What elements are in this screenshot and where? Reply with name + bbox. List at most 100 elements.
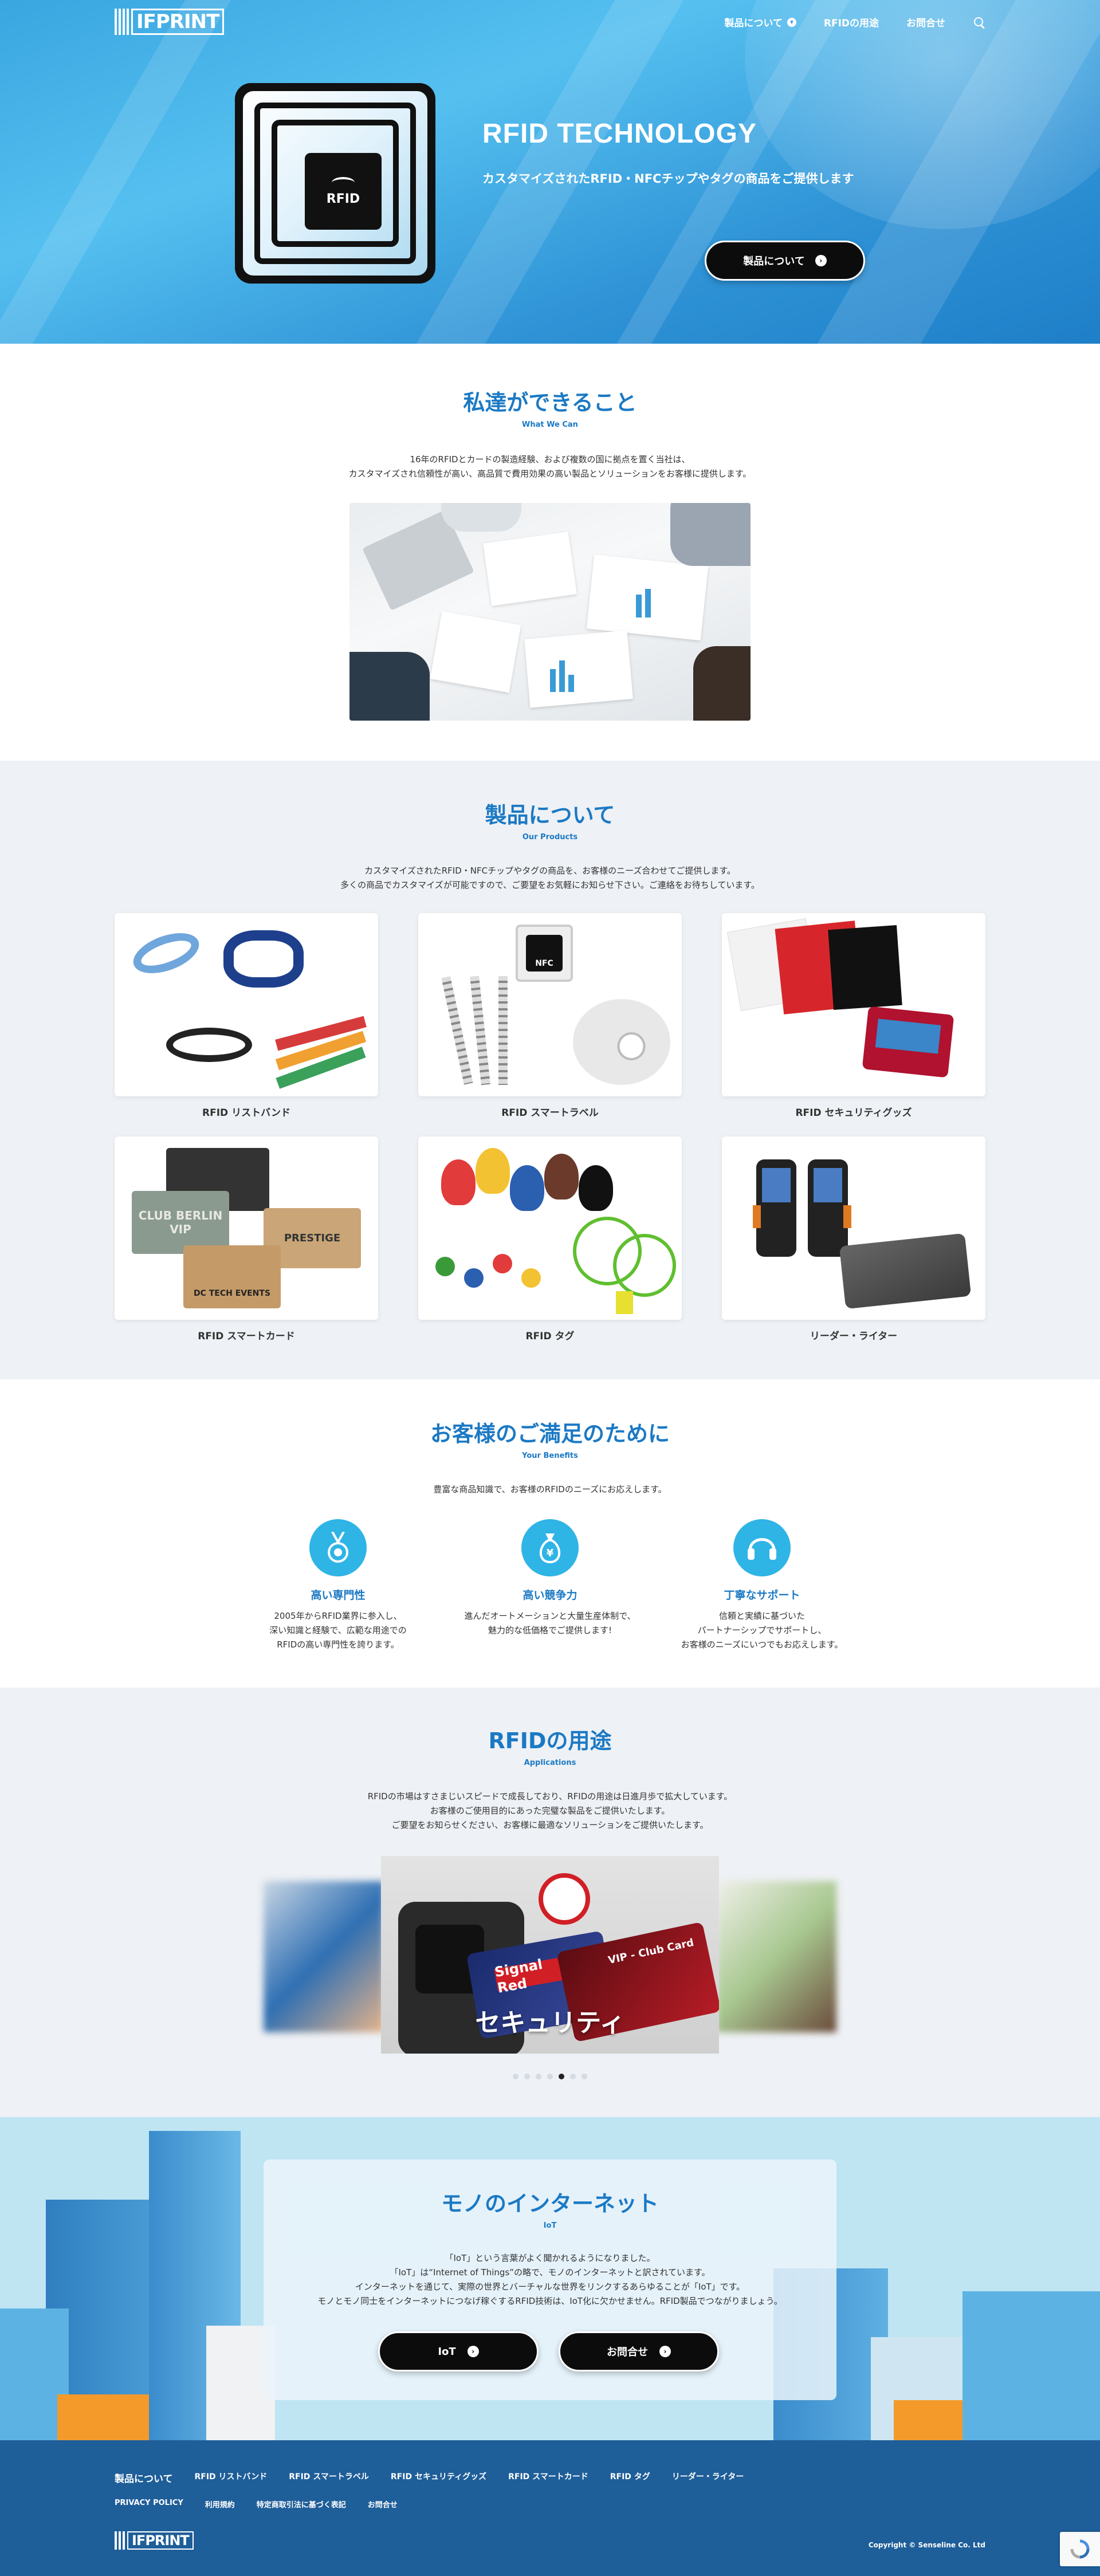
benefit-title: 丁寧なサポート (724, 1589, 800, 1602)
money-bag-icon: ¥ (521, 1519, 579, 1576)
carousel-dot[interactable] (570, 2074, 576, 2079)
logo-wordmark: IFPRINT (127, 2531, 194, 2550)
section-subtitle: What We Can (522, 420, 578, 429)
carousel-dot[interactable] (524, 2074, 530, 2079)
nfc-sticker-label: NFC (526, 935, 563, 972)
footer-link[interactable]: 製品について (115, 2471, 173, 2485)
button-label: IoT (438, 2345, 456, 2358)
benefit-support: 丁寧なサポート 信頼と実績に基づいた パートナーシップでサポートし、 お客様のニ… (659, 1519, 865, 1652)
carousel-dot[interactable] (513, 2074, 518, 2079)
chevron-down-icon: ▾ (787, 17, 796, 27)
footer-link[interactable]: 特定商取引法に基づく表記 (257, 2499, 346, 2510)
product-label[interactable]: RFID スマートカード (115, 1328, 378, 1342)
description-line: ご要望をお知らせください、お客様に最適なソリューションをご提供いたします。 (391, 1820, 709, 1830)
benefit-expertise: 高い専門性 2005年からRFID業界に参入し、 深い知識と経験で、広範な用途で… (235, 1519, 441, 1652)
chip-label: RFID (326, 191, 360, 206)
section-title: 私達ができること (463, 390, 637, 415)
slide-caption: セキュリティ (475, 2008, 625, 2038)
footer-policy-links: PRIVACY POLICY 利用規約 特定商取引法に基づく表記 お問合せ (115, 2499, 398, 2510)
hero-light-streak (0, 0, 248, 344)
nav-label: 製品について (724, 18, 783, 29)
product-label[interactable]: RFID タグ (418, 1328, 682, 1342)
product-card-wristband[interactable] (115, 913, 378, 1096)
footer-link[interactable]: 利用規約 (205, 2499, 235, 2510)
rfid-tag-illustration: RFID (235, 83, 435, 284)
logo-wordmark: IFPRINT (131, 9, 225, 35)
product-card-smart-label[interactable]: NFC (418, 913, 682, 1096)
hero-glow (745, 0, 1100, 229)
section-subtitle: IoT (543, 2221, 557, 2230)
description-line: 多くの商品でカスタマイズが可能ですので、ご要望をお気軽にお知らせ下さい。ご連絡を… (340, 880, 760, 890)
footer-link[interactable]: お問合せ (368, 2499, 398, 2510)
hero-products-button[interactable]: 製品について › (705, 241, 865, 281)
carousel-dot[interactable] (559, 2074, 564, 2079)
meeting-photo (349, 503, 751, 721)
nav-item-products[interactable]: 製品について ▾ (724, 15, 796, 29)
page: IFPRINT 製品について ▾ RFIDの用途 お問合せ RFID RFID T… (0, 0, 1100, 2576)
description-line: RFIDの市場はすさまじいスピードで成長しており、RFIDの用途は日進月歩で拡大… (367, 1791, 733, 1802)
description-line: お客様のご使用目的にあった完璧な製品をご提供いたします。 (430, 1806, 670, 1816)
carousel-dots (0, 2074, 1100, 2079)
contact-button[interactable]: お問合せ › (559, 2331, 719, 2372)
svg-text:¥: ¥ (547, 1547, 554, 1559)
description-line: カスタマイズされたRFID・NFCチップやタグの商品を、お客様のニーズ合わせてご… (364, 866, 736, 876)
medal-icon (309, 1519, 367, 1576)
footer-link[interactable]: RFID タグ (610, 2471, 650, 2485)
nav-item-contact[interactable]: お問合せ (906, 15, 945, 29)
footer-link[interactable]: リーダー・ライター (672, 2471, 744, 2485)
search-icon[interactable] (973, 16, 985, 29)
site-logo[interactable]: IFPRINT (115, 7, 225, 37)
footer-link[interactable]: RFID リストバンド (195, 2471, 268, 2485)
benefit-line: パートナーシップでサポートし、 (697, 1625, 827, 1635)
product-card-tag[interactable] (418, 1136, 682, 1320)
benefit-text: 進んだオートメーションと大量生産体制で、 魅力的な低価格でご提供します! (447, 1609, 653, 1638)
carousel-slide-active[interactable]: Signal Red VIP - Club Card セキュリティ (381, 1856, 719, 2054)
carousel-slide-next[interactable] (716, 1881, 836, 2032)
footer-link[interactable]: RFID スマートカード (508, 2471, 588, 2485)
arrow-right-icon: › (467, 2346, 479, 2357)
iot-button[interactable]: IoT › (378, 2331, 539, 2372)
signal-waves-icon (332, 176, 355, 188)
benefit-competitiveness: ¥ 高い競争力 進んだオートメーションと大量生産体制で、 魅力的な低価格でご提供… (447, 1519, 653, 1638)
section-description: 豊富な商品知識で、お客様のRFIDのニーズにお応えします。 (433, 1484, 667, 1495)
section-subtitle: Your Benefits (522, 1452, 578, 1460)
card-print-text: CLUB BERLIN (138, 1209, 223, 1222)
product-card-smart-card[interactable]: CLUB BERLIN VIP PRESTIGE DC TECH EVENTS (115, 1136, 378, 1320)
nav-label: RFIDの用途 (823, 18, 879, 29)
carousel-slide-prev[interactable] (264, 1881, 384, 2032)
description-line: カスタマイズされ信頼性が高い、高品質で費用効果の高い製品とソリューションをお客様… (348, 469, 752, 479)
section-description: 「IoT」という言葉がよく聞かれるようになりました。 「IoT」は“Intern… (0, 2251, 1100, 2308)
main-nav: 製品について ▾ RFIDの用途 お問合せ (724, 15, 985, 29)
benefit-line: 進んだオートメーションと大量生産体制で、 (464, 1611, 636, 1621)
carousel-dot[interactable] (536, 2074, 541, 2079)
nav-label: お問合せ (906, 18, 945, 29)
card-print-text: DC TECH EVENTS (183, 1245, 281, 1308)
arrow-right-icon: › (815, 255, 827, 266)
carousel-dot[interactable] (547, 2074, 553, 2079)
product-label[interactable]: RFID セキュリティグッズ (722, 1104, 985, 1119)
description-line: 16年のRFIDとカードの製造経験、および複数の国に拠点を置く当社は、 (410, 454, 690, 465)
footer-logo[interactable]: IFPRINT (115, 2530, 194, 2551)
product-label[interactable]: RFID リストバンド (115, 1104, 378, 1119)
section-description: カスタマイズされたRFID・NFCチップやタグの商品を、お客様のニーズ合わせてご… (0, 864, 1100, 892)
rfid-chip: RFID (305, 153, 382, 230)
benefit-text: 信頼と実績に基づいた パートナーシップでサポートし、 お客様のニーズにいつでもお… (659, 1609, 865, 1652)
recaptcha-badge[interactable] (1060, 2532, 1100, 2566)
card-print-text: VIP (170, 1222, 191, 1236)
footer-link[interactable]: PRIVACY POLICY (115, 2499, 183, 2510)
button-label: 製品について (743, 255, 805, 268)
product-card-security[interactable] (722, 913, 985, 1096)
description-line: 「IoT」は“Internet of Things”の略で、モノのインターネット… (390, 2267, 710, 2278)
description-line: 「IoT」という言葉がよく聞かれるようになりました。 (445, 2253, 655, 2263)
product-label[interactable]: リーダー・ライター (722, 1328, 985, 1342)
footer-link[interactable]: RFID スマートラベル (289, 2471, 369, 2485)
product-label[interactable]: RFID スマートラベル (418, 1104, 682, 1119)
benefit-line: 2005年からRFID業界に参入し、 (274, 1611, 402, 1621)
nav-item-applications[interactable]: RFIDの用途 (824, 15, 879, 29)
carousel-dot[interactable] (582, 2074, 587, 2079)
benefit-title: 高い競争力 (522, 1589, 578, 1602)
footer-link[interactable]: RFID セキュリティグッズ (391, 2471, 486, 2485)
benefit-line: RFIDの高い専門性を誇ります。 (277, 1639, 399, 1650)
section-subtitle: Applications (524, 1759, 576, 1767)
product-card-reader[interactable] (722, 1136, 985, 1320)
